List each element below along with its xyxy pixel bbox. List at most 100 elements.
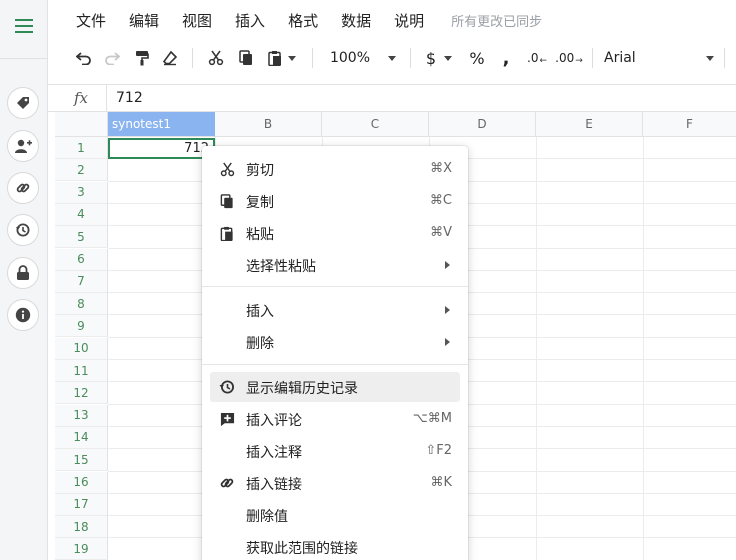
- percent-format-button[interactable]: %: [466, 46, 488, 70]
- row-header[interactable]: 11: [55, 360, 108, 382]
- row-header[interactable]: 16: [55, 471, 108, 494]
- row-header[interactable]: 7: [55, 270, 108, 293]
- left-sidebar: [0, 0, 48, 560]
- menu-help[interactable]: 说明: [394, 10, 424, 31]
- arrow-left-icon: ←: [539, 56, 547, 66]
- undo-icon[interactable]: [72, 46, 96, 70]
- row-header[interactable]: 3: [55, 181, 108, 204]
- row-header[interactable]: 18: [55, 516, 108, 539]
- redo-icon[interactable]: [100, 46, 124, 70]
- menu-item-delete-values[interactable]: 删除值: [210, 500, 460, 530]
- row-header[interactable]: 17: [55, 493, 108, 516]
- paste-icon: [268, 51, 281, 66]
- column-header-b[interactable]: B: [215, 112, 322, 137]
- menu-item-paste-special[interactable]: 选择性粘贴: [210, 250, 460, 280]
- chevron-right-icon: [445, 338, 450, 346]
- currency-format-button[interactable]: $: [422, 46, 456, 70]
- percent-label: %: [469, 48, 485, 68]
- menu-item-insert[interactable]: 插入: [210, 295, 460, 325]
- menu-item-copy[interactable]: 复制 ⌘C: [210, 186, 460, 216]
- menu-view[interactable]: 视图: [182, 10, 212, 31]
- menu-item-cut[interactable]: 剪切 ⌘X: [210, 154, 460, 184]
- menu-bar: 文件 编辑 视图 插入 格式 数据 说明 所有更改已同步: [48, 0, 736, 40]
- menu-item-insert-comment[interactable]: 插入评论 ⌥⌘M: [210, 404, 460, 434]
- menu-item-paste[interactable]: 粘贴 ⌘V: [210, 218, 460, 248]
- tag-icon[interactable]: [7, 87, 39, 119]
- row-header[interactable]: 14: [55, 426, 108, 449]
- menu-item-label: 剪切: [246, 163, 274, 179]
- menu-divider: [202, 286, 468, 287]
- column-header-f[interactable]: F: [643, 112, 736, 137]
- selected-cell-a1[interactable]: 712: [108, 138, 215, 159]
- menu-item-label: 获取此范围的链接: [246, 541, 358, 557]
- row-header[interactable]: 8: [55, 293, 108, 316]
- formula-bar: fx 712: [48, 84, 736, 112]
- formula-input[interactable]: 712: [116, 90, 143, 106]
- comma-format-button[interactable]: ,: [496, 46, 516, 70]
- context-menu: 剪切 ⌘X 复制 ⌘C 粘贴 ⌘V 选择性粘贴 插入 删除 显示编辑历史记录 插…: [202, 146, 468, 560]
- shortcut-label: ⌘X: [430, 161, 452, 176]
- edit-history-icon: [219, 379, 235, 395]
- row-header[interactable]: 15: [55, 449, 108, 472]
- row-header[interactable]: 1: [55, 137, 108, 159]
- menu-edit[interactable]: 编辑: [129, 10, 159, 31]
- select-all-corner[interactable]: [55, 112, 108, 137]
- row-header[interactable]: 12: [55, 382, 108, 405]
- shortcut-label: ⇧F2: [425, 443, 452, 458]
- menu-divider: [202, 364, 468, 365]
- row-header[interactable]: 4: [55, 203, 108, 226]
- clear-format-icon[interactable]: [158, 46, 182, 70]
- formula-divider: [106, 85, 107, 112]
- toolbar: 100% $ % , .0 ← .00 → Arial: [48, 40, 736, 76]
- paint-format-icon[interactable]: [130, 46, 154, 70]
- menu-file[interactable]: 文件: [76, 10, 106, 31]
- link-icon[interactable]: [7, 172, 39, 204]
- column-header-a[interactable]: synotest1: [108, 112, 215, 137]
- menu-item-label: 显示编辑历史记录: [246, 381, 358, 397]
- font-select[interactable]: Arial: [604, 46, 714, 70]
- row-header[interactable]: 19: [55, 538, 108, 560]
- menu-item-show-edit-history[interactable]: 显示编辑历史记录: [210, 372, 460, 402]
- arrow-right-icon: →: [575, 56, 583, 66]
- cut-icon[interactable]: [204, 46, 228, 70]
- zoom-select[interactable]: 100%: [328, 46, 398, 70]
- chevron-down-icon: [706, 55, 714, 61]
- decrease-decimal-button[interactable]: .0 ←: [524, 46, 550, 70]
- shortcut-label: ⌥⌘M: [412, 411, 452, 426]
- increase-decimal-button[interactable]: .00 →: [554, 46, 584, 70]
- hamburger-menu-icon[interactable]: [12, 14, 36, 38]
- sidebar-divider: [0, 58, 48, 59]
- row-header[interactable]: 5: [55, 226, 108, 249]
- history-icon[interactable]: [7, 214, 39, 246]
- zoom-value: 100%: [329, 50, 371, 66]
- menu-format[interactable]: 格式: [288, 10, 318, 31]
- toolbar-divider: [724, 48, 725, 68]
- menu-item-get-range-link[interactable]: 获取此范围的链接: [210, 532, 460, 560]
- menu-item-insert-link[interactable]: 插入链接 ⌘K: [210, 468, 460, 498]
- row-header[interactable]: 2: [55, 159, 108, 182]
- info-icon[interactable]: [7, 299, 39, 331]
- add-user-icon[interactable]: [7, 130, 39, 162]
- column-header-d[interactable]: D: [429, 112, 536, 137]
- copy-icon[interactable]: [234, 46, 258, 70]
- menu-item-label: 插入链接: [246, 477, 302, 493]
- column-gridline: [643, 137, 644, 560]
- menu-item-label: 删除值: [246, 509, 288, 525]
- menu-item-insert-note[interactable]: 插入注释 ⇧F2: [210, 436, 460, 466]
- row-header[interactable]: 6: [55, 248, 108, 271]
- menu-data[interactable]: 数据: [341, 10, 371, 31]
- paste-icon: [219, 225, 235, 241]
- paste-dropdown[interactable]: [264, 46, 300, 70]
- menu-insert[interactable]: 插入: [235, 10, 265, 31]
- column-header-e[interactable]: E: [536, 112, 643, 137]
- menu-item-label: 粘贴: [246, 227, 274, 243]
- menu-item-label: 插入: [246, 304, 274, 320]
- fx-label: fx: [74, 89, 89, 107]
- column-header-c[interactable]: C: [322, 112, 429, 137]
- menu-item-delete[interactable]: 删除: [210, 327, 460, 357]
- chevron-right-icon: [445, 261, 450, 269]
- row-header[interactable]: 9: [55, 315, 108, 338]
- row-header[interactable]: 13: [55, 404, 108, 427]
- row-header[interactable]: 10: [55, 337, 108, 360]
- lock-icon[interactable]: [7, 257, 39, 289]
